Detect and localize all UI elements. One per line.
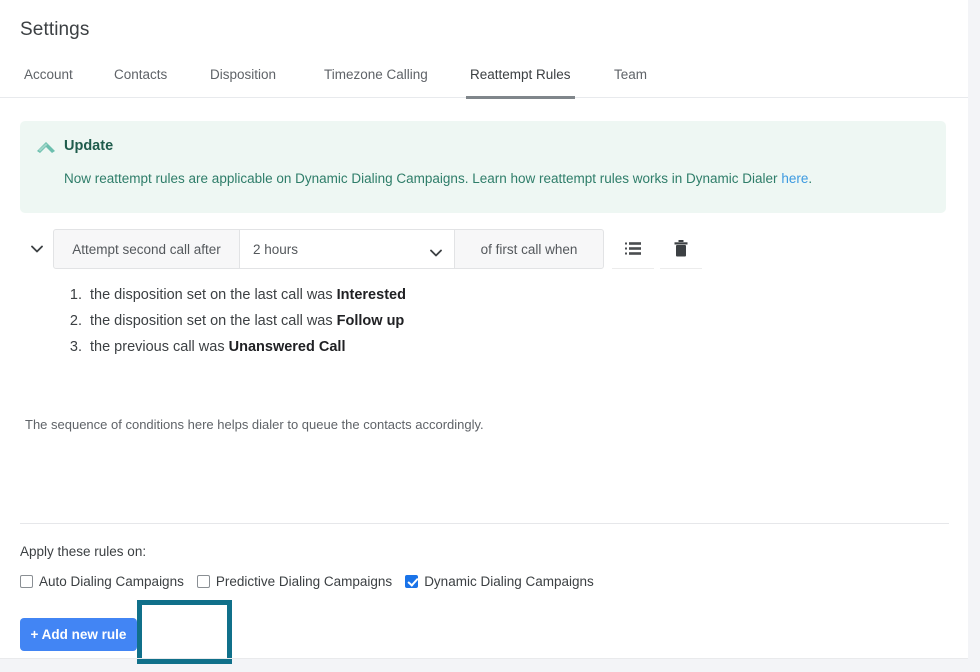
update-banner-text-end: .: [808, 171, 812, 186]
reattempt-rule-row: Attempt second call after 2 hours of fir…: [20, 229, 946, 269]
tab-timezone-calling[interactable]: Timezone Calling: [320, 62, 432, 98]
condition-value: Interested: [337, 287, 406, 303]
tab-team[interactable]: Team: [610, 62, 651, 98]
tab-reattempt-rules[interactable]: Reattempt Rules: [466, 62, 575, 98]
sequence-hint-text: The sequence of conditions here helps di…: [25, 417, 484, 432]
settings-tabs: Account Contacts Disposition Timezone Ca…: [0, 62, 968, 98]
list-item: the disposition set on the last call was…: [86, 287, 406, 303]
checkbox-auto-dialing-campaigns[interactable]: Auto Dialing Campaigns: [20, 574, 184, 589]
tab-contacts[interactable]: Contacts: [110, 62, 171, 98]
rule-conditions-list: the disposition set on the last call was…: [66, 287, 406, 365]
trash-icon[interactable]: [660, 229, 702, 269]
update-banner-body: Now reattempt rules are applicable on Dy…: [64, 171, 812, 186]
condition-value: Follow up: [337, 313, 405, 329]
tab-disposition[interactable]: Disposition: [206, 62, 280, 98]
checkbox-predictive-dialing-campaigns[interactable]: Predictive Dialing Campaigns: [197, 574, 392, 589]
update-banner-text: Now reattempt rules are applicable on Dy…: [64, 171, 781, 186]
rule-suffix-label: of first call when: [454, 229, 604, 269]
checkbox-label: Predictive Dialing Campaigns: [216, 574, 392, 589]
checkbox-box[interactable]: [20, 575, 33, 588]
section-divider: [20, 523, 949, 524]
rule-interval-select[interactable]: 2 hours: [240, 229, 454, 269]
condition-value: Unanswered Call: [229, 339, 346, 355]
page-bottom-edge: [0, 658, 968, 659]
update-banner-title: Update: [64, 138, 113, 154]
update-banner: Update Now reattempt rules are applicabl…: [20, 121, 946, 213]
page-title: Settings: [20, 19, 89, 41]
checkbox-box[interactable]: [197, 575, 210, 588]
list-item: the previous call was Unanswered Call: [86, 339, 406, 355]
list-item: the disposition set on the last call was…: [86, 313, 406, 329]
learn-more-link[interactable]: here: [781, 171, 808, 186]
tab-account[interactable]: Account: [20, 62, 77, 98]
chevron-up-icon: [35, 137, 57, 157]
checkbox-dynamic-dialing-campaigns[interactable]: Dynamic Dialing Campaigns: [405, 574, 594, 589]
chevron-down-icon[interactable]: [26, 239, 48, 259]
rule-prefix-label: Attempt second call after: [53, 229, 240, 269]
checkbox-box[interactable]: [405, 575, 418, 588]
apply-rules-label: Apply these rules on:: [20, 544, 146, 559]
list-ordered-icon[interactable]: [612, 229, 654, 269]
checkbox-label: Auto Dialing Campaigns: [39, 574, 184, 589]
checkbox-label: Dynamic Dialing Campaigns: [424, 574, 594, 589]
save-button[interactable]: Save: [148, 618, 200, 651]
settings-page: Settings Account Contacts Disposition Ti…: [0, 0, 980, 672]
condition-text: the disposition set on the last call was: [90, 287, 337, 303]
condition-text: the disposition set on the last call was: [90, 313, 337, 329]
add-new-rule-button[interactable]: + Add new rule: [20, 618, 137, 651]
condition-text: the previous call was: [90, 339, 229, 355]
apply-rules-checkbox-group: Auto Dialing Campaigns Predictive Dialin…: [20, 571, 607, 591]
